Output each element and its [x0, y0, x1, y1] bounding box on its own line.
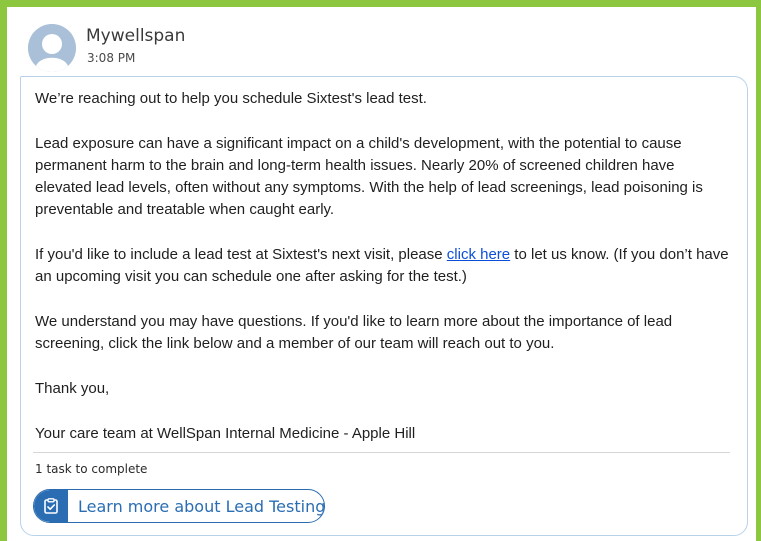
- paragraph-text: If you'd like to include a lead test at …: [35, 246, 447, 263]
- task-button-label: Learn more about Lead Testing: [78, 497, 325, 516]
- divider: [33, 452, 730, 453]
- message-paragraph-lead-exposure: Lead exposure can have a significant imp…: [35, 135, 703, 218]
- click-here-link[interactable]: click here: [447, 246, 510, 263]
- sender-name: Mywellspan: [86, 26, 186, 46]
- person-icon: [28, 24, 76, 72]
- message-paragraph-intro: We’re reaching out to help you schedule …: [35, 90, 427, 107]
- message-paragraph-questions: We understand you may have questions. If…: [35, 313, 673, 352]
- frame-inner-strip: [7, 7, 20, 541]
- task-count: 1 task to complete: [35, 462, 148, 476]
- sender-avatar: [28, 24, 76, 72]
- message-time: 3:08 PM: [87, 51, 136, 65]
- message-signoff: Thank you,: [35, 380, 110, 397]
- learn-more-lead-testing-button[interactable]: Learn more about Lead Testing: [33, 489, 325, 523]
- task-icon-badge: [34, 490, 68, 522]
- clipboard-check-icon: [44, 498, 58, 514]
- message-paragraph-include-test: If you'd like to include a lead test at …: [35, 244, 735, 288]
- message-signature: Your care team at WellSpan Internal Medi…: [35, 425, 416, 442]
